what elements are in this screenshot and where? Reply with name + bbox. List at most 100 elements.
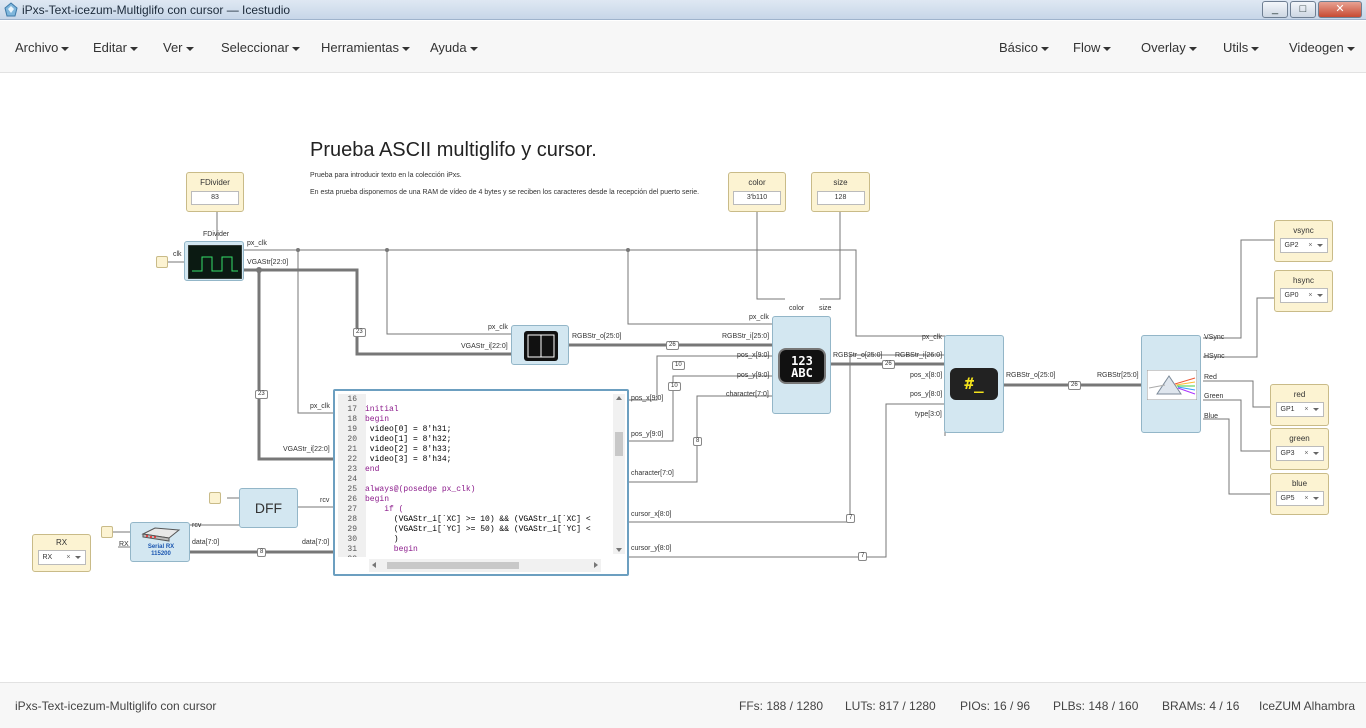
port-label: RGBStr_o[25:0] [572,333,622,340]
scroll-left-icon[interactable] [372,562,376,568]
pin-select[interactable]: RX × [37,550,86,565]
output-blue[interactable]: blue GP5 × [1270,473,1329,515]
output-hsync[interactable]: hsync GP0 × [1274,270,1333,312]
serial-rx-block[interactable]: Serial RX 115200 [130,522,190,562]
verilog-code-editor[interactable]: 16 17 initial 18 begin 19 video[0] = 8'h31; 20… [333,389,629,576]
chevron-down-icon[interactable] [1312,497,1319,500]
wire-width-label: 7 [846,514,856,523]
menu-ver[interactable]: Ver [163,40,194,55]
menu-utils[interactable]: Utils [1223,40,1260,55]
pin-select[interactable]: GP1 × [1275,402,1324,417]
clk-input-pin[interactable] [209,492,221,504]
menu-seleccionar-label: Seleccionar [221,40,289,55]
cursor-block[interactable]: #_ [944,335,1004,433]
oscilloscope-icon [188,245,242,279]
wire-width-label: 26 [666,341,679,350]
menu-ver-label: Ver [163,40,183,55]
input-label: RX [55,538,68,547]
chevron-down-icon [1103,46,1112,51]
menu-flow-label: Flow [1073,40,1101,55]
menu-seleccionar[interactable]: Seleccionar [221,40,300,55]
vertical-scrollbar[interactable] [613,394,625,554]
wire-width-label: 23 [255,390,268,399]
dff-block[interactable]: DFF [239,488,298,528]
chevron-down-icon[interactable] [1312,408,1319,411]
scroll-up-icon[interactable] [616,396,622,400]
scroll-thumb[interactable] [615,432,623,456]
note-title: Prueba ASCII multiglifo y cursor. [310,139,597,161]
port-label: Green [1204,393,1224,400]
port-label: type[3:0] [915,411,942,418]
scroll-thumb[interactable] [387,562,519,569]
clk-input-pin[interactable] [156,256,168,268]
code-line: 21 video[2] = 8'h33; [335,445,613,455]
horizontal-scrollbar[interactable] [369,559,601,572]
menu-archivo[interactable]: Archivo [15,40,70,55]
constant-value-field[interactable]: 3'b110 [733,191,781,205]
output-red[interactable]: red GP1 × [1270,384,1329,426]
minimize-button[interactable]: _ [1262,1,1288,18]
output-vsync[interactable]: vsync GP2 × [1274,220,1333,262]
chevron-down-icon [291,46,300,51]
port-label: VSync [1204,334,1225,341]
menu-videogen[interactable]: Videogen [1289,40,1355,55]
constant-color[interactable]: color 3'b110 [728,172,786,212]
design-canvas[interactable]: 23 23 26 26 26 10 10 8 8 7 7 Prueba ASCI… [0,74,1366,681]
vga-timing-block[interactable] [184,241,244,281]
clk-input-pin[interactable] [101,526,113,538]
chevron-down-icon[interactable] [1316,294,1323,297]
chevron-down-icon [469,46,478,51]
prism-icon [1147,370,1197,400]
code-line: 25 always@(posedge px_clk) [335,485,613,495]
vga-output-block[interactable] [1141,335,1201,433]
pin-value: RX [42,554,53,561]
constant-value-field[interactable]: 83 [191,191,239,205]
clear-icon[interactable]: × [1308,239,1312,252]
board-name[interactable]: IceZUM Alhambra [1259,699,1355,713]
glyph-block[interactable]: 123 ABC [772,316,831,414]
code-text: if ( [365,505,404,514]
pin-select[interactable]: GP5 × [1275,491,1324,506]
clear-icon[interactable]: × [1304,447,1308,460]
menu-basico[interactable]: Básico [999,40,1050,55]
output-green[interactable]: green GP3 × [1270,428,1329,470]
luts-usage: LUTs: 817 / 1280 [845,699,936,713]
menu-herramientas[interactable]: Herramientas [321,40,411,55]
menu-overlay[interactable]: Overlay [1141,40,1197,55]
clear-icon[interactable]: × [1304,403,1308,416]
maximize-button[interactable]: □ [1290,1,1316,18]
code-text: initial [365,405,399,414]
clear-icon[interactable]: × [66,551,70,564]
constant-value-field[interactable]: 128 [816,191,865,205]
input-rx[interactable]: RX RX × [32,534,91,572]
port-label: RGBStr[25:0] [1097,372,1139,379]
menu-ayuda[interactable]: Ayuda [430,40,478,55]
clear-icon[interactable]: × [1304,492,1308,505]
port-label: VGAStr[22:0] [247,259,289,266]
wire-width-label: 8 [693,437,703,446]
constant-label: color [748,178,766,187]
serial-rx-baud: 115200 [151,551,171,557]
menu-flow[interactable]: Flow [1073,40,1112,55]
code-area[interactable]: 16 17 initial 18 begin 19 video[0] = 8'h31; 20… [335,395,613,557]
pin-select[interactable]: GP2 × [1279,238,1328,253]
code-line: 18 begin [335,415,613,425]
chevron-down-icon[interactable] [74,556,81,559]
wire-width-label: 10 [672,361,685,370]
constant-size[interactable]: size 128 [811,172,870,212]
menu-editar[interactable]: Editar [93,40,138,55]
scroll-right-icon[interactable] [594,562,598,568]
frame-block[interactable] [511,325,569,365]
pin-value: GP1 [1280,406,1295,413]
constant-fdivider[interactable]: FDivider 83 [186,172,244,212]
clear-icon[interactable]: × [1308,289,1312,302]
chevron-down-icon[interactable] [1316,244,1323,247]
pios-usage: PIOs: 16 / 96 [960,699,1031,713]
menu-basico-label: Básico [999,40,1039,55]
chevron-down-icon[interactable] [1312,452,1319,455]
pin-select[interactable]: GP3 × [1275,446,1324,461]
close-window-button[interactable]: ✕ [1318,1,1362,18]
line-number: 29 [347,525,357,534]
pin-select[interactable]: GP0 × [1279,288,1328,303]
scroll-down-icon[interactable] [616,548,622,552]
